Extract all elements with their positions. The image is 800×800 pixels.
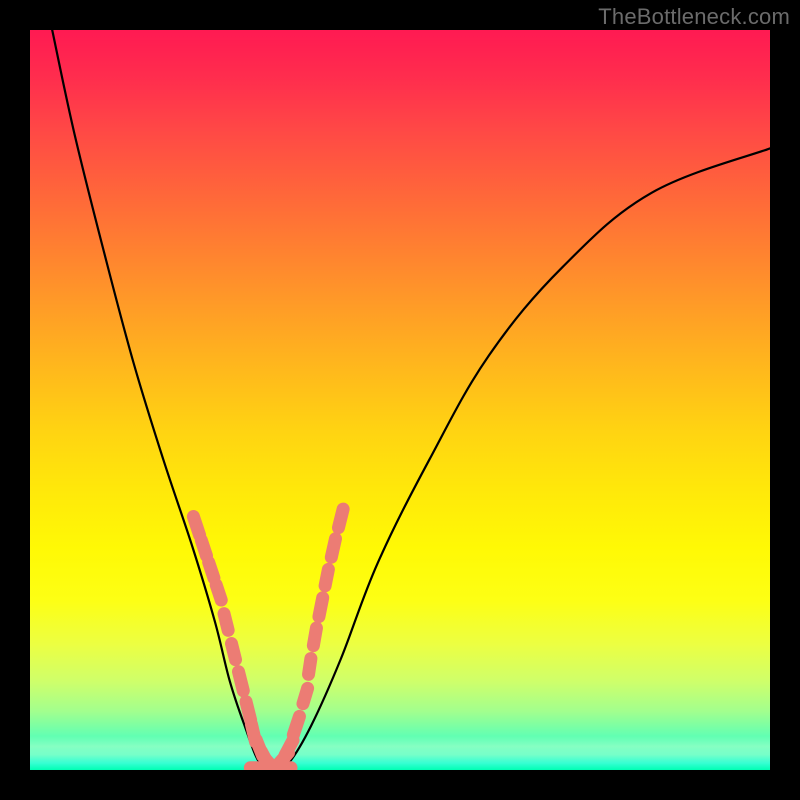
marker-segment — [216, 585, 221, 600]
marker-segment — [331, 539, 335, 558]
watermark-text: TheBottleneck.com — [598, 4, 790, 30]
curve-layer — [52, 30, 770, 770]
marker-segment — [338, 509, 343, 528]
marker-segment — [285, 740, 293, 755]
markers-valley-floor — [250, 768, 291, 769]
markers-left-branch — [193, 517, 277, 770]
bottleneck-curve — [52, 30, 770, 770]
plot-area — [30, 30, 770, 770]
marker-segment — [201, 540, 206, 556]
marker-segment — [209, 562, 214, 578]
figure-root: TheBottleneck.com — [0, 0, 800, 800]
marker-segment — [313, 628, 316, 646]
marker-segment — [325, 569, 328, 585]
marker-segment — [246, 702, 251, 720]
marker-segment — [293, 716, 299, 734]
marker-segment — [193, 517, 199, 535]
marker-segment — [231, 644, 235, 660]
marker-segment — [239, 672, 244, 691]
marker-segment — [224, 614, 228, 631]
marker-segment — [309, 658, 311, 674]
marker-segment — [319, 598, 323, 617]
marker-segment — [303, 688, 308, 703]
chart-svg — [30, 30, 770, 770]
